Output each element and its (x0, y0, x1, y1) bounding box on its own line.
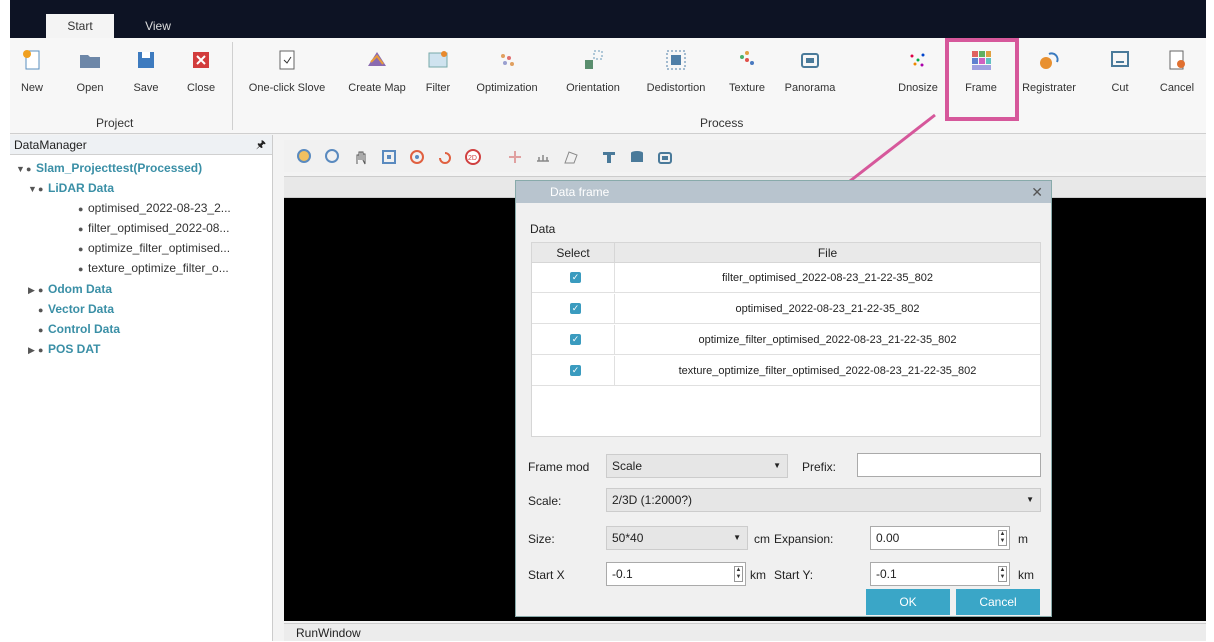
prefix-label: Prefix: (802, 460, 837, 474)
expansion-input[interactable]: 0.00 ▲ ▼ (870, 526, 1010, 550)
size-select[interactable]: 50*40 ▼ (606, 526, 748, 550)
size-unit: cm (754, 532, 770, 546)
cancel-button[interactable]: Cancel (956, 589, 1040, 615)
file-name-cell: optimize_filter_optimised_2022-08-23_21-… (614, 325, 1040, 355)
chevron-down-icon: ▼ (1026, 495, 1034, 504)
scale-label: Scale: (528, 494, 562, 508)
table-row[interactable]: ✓ optimised_2022-08-23_21-22-35_802 (532, 294, 1040, 324)
expansion-label: Expansion: (774, 532, 834, 546)
prefix-input[interactable] (857, 453, 1041, 477)
spinner-icon[interactable]: ▲ ▼ (998, 530, 1007, 546)
close-icon[interactable]: ✕ (1031, 181, 1043, 203)
file-name-cell: optimised_2022-08-23_21-22-35_802 (614, 294, 1040, 324)
row-checkbox[interactable]: ✓ (570, 365, 581, 376)
column-header-select: Select (532, 243, 614, 263)
start-x-value: -0.1 (612, 567, 633, 581)
start-x-input[interactable]: -0.1 ▲ ▼ (606, 562, 746, 586)
chevron-down-icon: ▼ (773, 461, 781, 470)
start-x-label: Start X (528, 568, 565, 582)
table-row[interactable]: ✓ optimize_filter_optimised_2022-08-23_2… (532, 325, 1040, 355)
column-header-file: File (614, 243, 1040, 263)
dialog-title: Data frame (550, 185, 610, 199)
file-table: Select File ✓ filter_optimised_2022-08-2… (531, 242, 1041, 437)
file-name-cell: filter_optimised_2022-08-23_21-22-35_802 (614, 263, 1040, 293)
start-y-label: Start Y: (774, 568, 814, 582)
size-label: Size: (528, 532, 555, 546)
expansion-value: 0.00 (876, 531, 900, 545)
file-name-cell: texture_optimize_filter_optimised_2022-0… (614, 356, 1040, 386)
spinner-icon[interactable]: ▲ ▼ (734, 566, 743, 582)
start-y-unit: km (1018, 568, 1034, 582)
data-frame-dialog: Data frame ✕ Data Select File ✓ filter_o… (515, 180, 1052, 617)
table-row[interactable]: ✓ texture_optimize_filter_optimised_2022… (532, 356, 1040, 386)
row-checkbox[interactable]: ✓ (570, 334, 581, 345)
row-checkbox[interactable]: ✓ (570, 272, 581, 283)
table-row[interactable]: ✓ filter_optimised_2022-08-23_21-22-35_8… (532, 263, 1040, 293)
start-x-unit: km (750, 568, 766, 582)
ok-button[interactable]: OK (866, 589, 950, 615)
data-section-label: Data (530, 222, 556, 236)
frame-mod-label: Frame mod (528, 460, 590, 474)
chevron-down-icon: ▼ (733, 533, 741, 542)
expansion-unit: m (1018, 532, 1028, 546)
size-value: 50*40 (612, 531, 644, 545)
row-checkbox[interactable]: ✓ (570, 303, 581, 314)
start-y-value: -0.1 (876, 567, 897, 581)
dialog-title-bar: Data frame ✕ (516, 181, 1051, 203)
app-window: Start View New Open Save Close Project O… (10, 0, 1206, 641)
scale-select[interactable]: 2/3D (1:2000?) ▼ (606, 488, 1041, 512)
frame-mod-value: Scale (612, 459, 643, 473)
start-y-input[interactable]: -0.1 ▲ ▼ (870, 562, 1010, 586)
scale-value: 2/3D (1:2000?) (612, 493, 693, 507)
frame-mod-select[interactable]: Scale ▼ (606, 454, 788, 478)
spinner-icon[interactable]: ▲ ▼ (998, 566, 1007, 582)
